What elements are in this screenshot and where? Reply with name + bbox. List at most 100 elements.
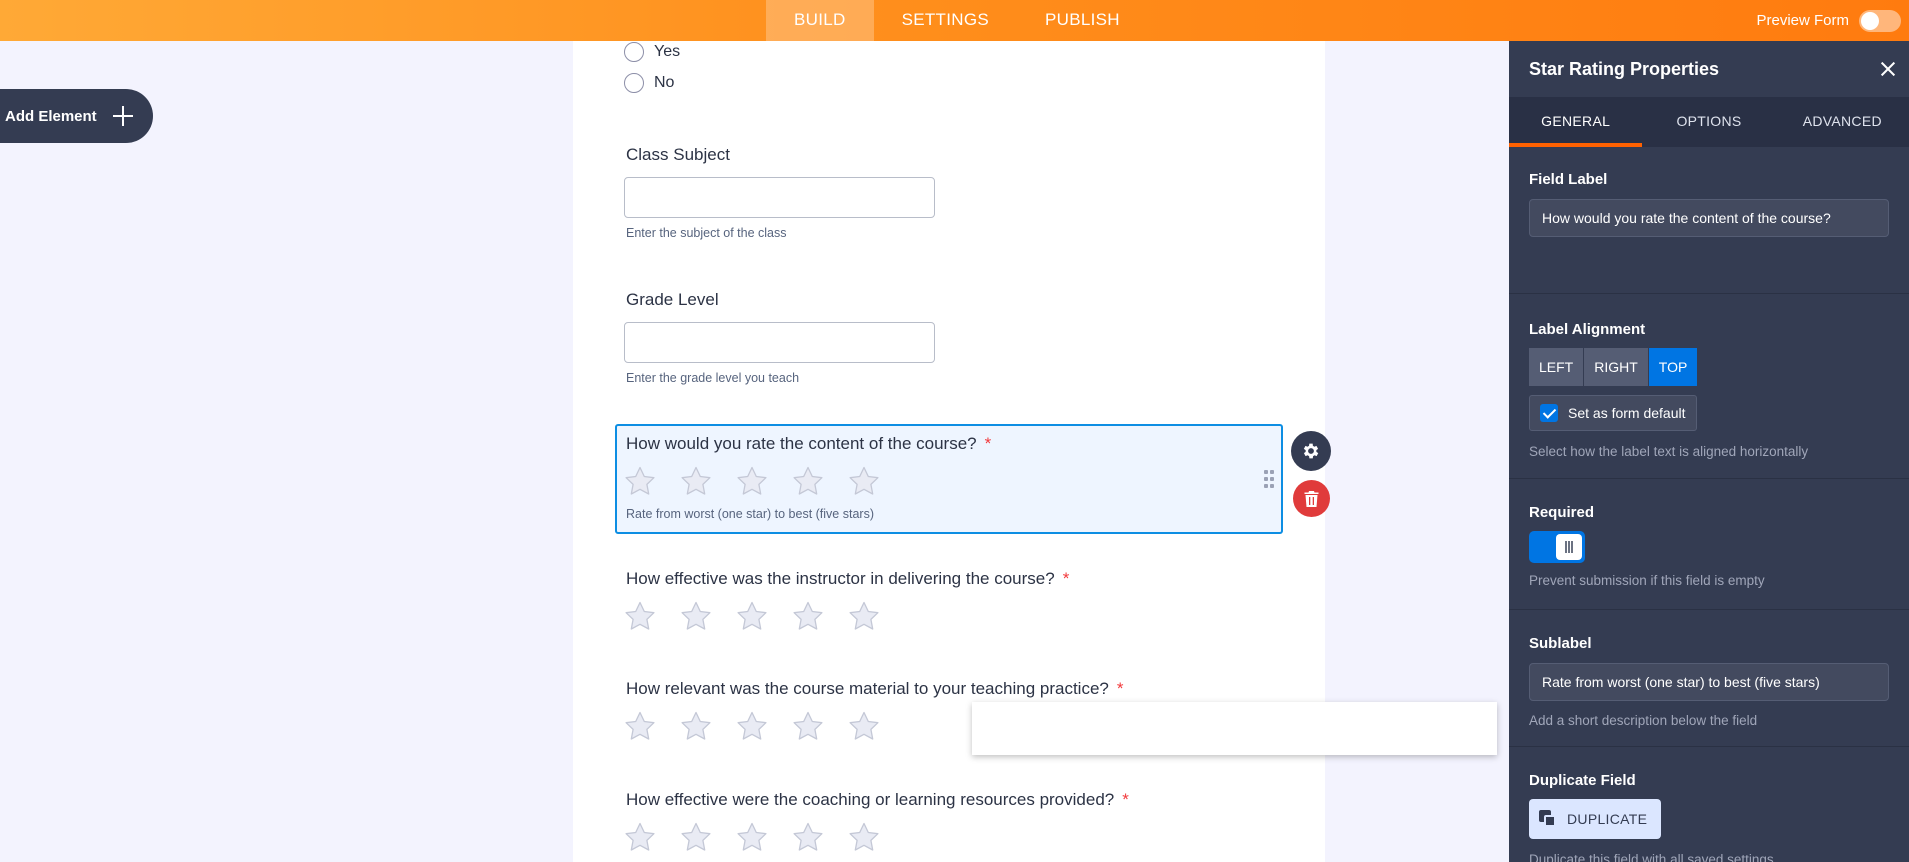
label-alignment-group: LEFT RIGHT TOP (1529, 348, 1889, 386)
rating-question-label: How relevant was the course material to … (626, 679, 1123, 699)
star-icon[interactable] (679, 821, 713, 855)
drag-handle-icon[interactable] (1264, 470, 1276, 488)
radio-button[interactable] (624, 73, 644, 93)
label-alignment-title: Label Alignment (1529, 321, 1646, 338)
required-description: Prevent submission if this field is empt… (1529, 573, 1765, 588)
class-subject-sublabel: Enter the subject of the class (626, 226, 787, 240)
duplicate-button[interactable]: DUPLICATE (1529, 799, 1662, 839)
required-mark: * (1122, 790, 1129, 809)
star-icon[interactable] (735, 710, 769, 744)
star-icon[interactable] (791, 710, 825, 744)
tab-settings[interactable]: SETTINGS (874, 0, 1017, 41)
star-icon[interactable] (623, 710, 657, 744)
toggle-knob (1861, 11, 1879, 30)
question-text: How effective were the coaching or learn… (626, 790, 1115, 809)
sublabel-description: Add a short description below the field (1529, 713, 1758, 728)
radio-label: No (654, 74, 675, 91)
star-icon[interactable] (679, 600, 713, 634)
properties-panel: Star Rating Properties GENERAL OPTIONS A… (1509, 41, 1909, 862)
rating-question-label: How would you rate the content of the co… (626, 434, 991, 454)
duplicate-button-label: DUPLICATE (1567, 811, 1648, 827)
star-icon[interactable] (791, 821, 825, 855)
star-icon[interactable] (847, 821, 881, 855)
star-icon[interactable] (847, 465, 881, 499)
tab-build[interactable]: BUILD (766, 0, 874, 41)
duplicate-section: Duplicate Field DUPLICATE Duplicate this… (1509, 747, 1909, 862)
close-icon[interactable] (1877, 58, 1899, 80)
duplicate-title: Duplicate Field (1529, 772, 1636, 789)
field-label-grade-level: Grade Level (626, 290, 719, 309)
star-icon[interactable] (735, 465, 769, 499)
sublabel-title: Sublabel (1529, 635, 1592, 652)
star-rating (623, 600, 903, 634)
star-rating (623, 710, 903, 744)
rating-question-label: How effective were the coaching or learn… (626, 790, 1129, 810)
align-left-button[interactable]: LEFT (1529, 348, 1584, 386)
add-element-button[interactable]: Add Element (0, 89, 153, 143)
radio-label: Yes (654, 43, 681, 60)
duplicate-description: Duplicate this field with all saved sett… (1529, 852, 1774, 862)
question-text: How relevant was the course material to … (626, 679, 1109, 698)
preview-form: Preview Form (1756, 0, 1909, 41)
align-right-button[interactable]: RIGHT (1583, 348, 1648, 386)
sublabel-section: Sublabel Rate from worst (one star) to b… (1509, 610, 1909, 747)
star-icon[interactable] (679, 465, 713, 499)
delete-field-button[interactable] (1293, 480, 1330, 517)
required-section: Required Prevent submission if this fiel… (1509, 479, 1909, 610)
toggle-knob (1556, 534, 1582, 560)
required-mark: * (984, 434, 992, 453)
star-rating (623, 465, 903, 499)
star-icon[interactable] (847, 710, 881, 744)
radio-button[interactable] (624, 42, 644, 62)
rating-sublabel: Rate from worst (one star) to best (five… (626, 507, 874, 521)
star-icon[interactable] (791, 465, 825, 499)
tab-advanced[interactable]: ADVANCED (1776, 97, 1909, 147)
checkbox-checked-icon[interactable] (1540, 404, 1558, 422)
trash-icon (1304, 490, 1319, 507)
question-text: How effective was the instructor in deli… (626, 569, 1055, 588)
star-icon[interactable] (735, 600, 769, 634)
tab-options[interactable]: OPTIONS (1642, 97, 1775, 147)
star-icon[interactable] (735, 821, 769, 855)
radio-option-yes[interactable]: Yes (624, 42, 680, 62)
grade-level-sublabel: Enter the grade level you teach (626, 371, 800, 385)
plus-icon (109, 102, 137, 130)
tab-general[interactable]: GENERAL (1509, 97, 1643, 147)
field-label-section: Field Label How would you rate the conte… (1509, 147, 1909, 294)
star-rating (623, 821, 903, 855)
star-icon[interactable] (623, 600, 657, 634)
star-icon[interactable] (847, 600, 881, 634)
overlay-popup (972, 702, 1497, 755)
star-icon[interactable] (623, 465, 657, 499)
required-title: Required (1529, 504, 1595, 521)
sublabel-input[interactable]: Rate from worst (one star) to best (five… (1529, 663, 1889, 701)
gear-icon (1303, 443, 1319, 459)
top-bar: BUILD SETTINGS PUBLISH Preview Form (0, 0, 1909, 41)
panel-title: Star Rating Properties (1529, 58, 1720, 79)
radio-option-no[interactable]: No (624, 73, 674, 93)
label-alignment-description: Select how the label text is aligned hor… (1529, 444, 1809, 459)
star-icon[interactable] (679, 710, 713, 744)
required-toggle[interactable] (1529, 531, 1585, 563)
copy-icon (1539, 810, 1557, 828)
align-top-button[interactable]: TOP (1647, 348, 1698, 386)
panel-header: Star Rating Properties (1509, 41, 1909, 97)
set-form-default[interactable]: Set as form default (1529, 395, 1697, 431)
field-label-title: Field Label (1529, 171, 1608, 188)
panel-tabs: GENERAL OPTIONS ADVANCED (1509, 97, 1909, 147)
label-alignment-section: Label Alignment LEFT RIGHT TOP Set as fo… (1509, 294, 1909, 479)
grade-level-input[interactable] (624, 322, 935, 363)
class-subject-input[interactable] (624, 177, 935, 218)
rating-question-label: How effective was the instructor in deli… (626, 569, 1069, 589)
required-mark: * (1116, 679, 1124, 698)
field-label-input[interactable]: How would you rate the content of the co… (1529, 199, 1889, 237)
star-icon[interactable] (623, 821, 657, 855)
required-mark: * (1062, 569, 1070, 588)
field-settings-button[interactable] (1291, 431, 1331, 471)
star-icon[interactable] (791, 600, 825, 634)
question-text: How would you rate the content of the co… (626, 434, 977, 453)
builder-tabs: BUILD SETTINGS PUBLISH (766, 0, 1148, 41)
preview-form-toggle[interactable] (1859, 9, 1901, 32)
tab-publish[interactable]: PUBLISH (1017, 0, 1148, 41)
add-element-label: Add Element (5, 107, 97, 125)
